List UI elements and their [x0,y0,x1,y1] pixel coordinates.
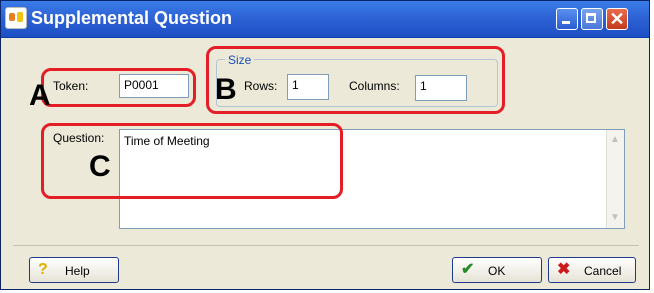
help-button-label: Help [65,264,90,278]
scroll-up-icon[interactable]: ▲ [609,134,621,146]
x-icon: ✖ [557,261,571,278]
app-icon [5,7,27,29]
question-icon: ? [38,261,48,278]
maximize-button[interactable] [581,8,603,30]
scroll-down-icon[interactable]: ▼ [609,212,621,224]
annotation-label-c: C [89,150,111,183]
vertical-scrollbar[interactable]: ▲ ▼ [606,130,624,228]
window-title: Supplemental Question [31,8,233,28]
help-button[interactable]: ? Help [29,257,119,283]
annotation-box-c [41,123,343,199]
annotation-label-b: B [215,73,237,106]
separator [13,245,639,246]
annotation-box-b [206,46,505,114]
cancel-button[interactable]: ✖ Cancel [548,257,636,283]
cancel-button-label: Cancel [584,264,622,278]
close-icon: ✕ [609,9,625,29]
close-button[interactable]: ✕ [606,8,628,30]
annotation-box-a [41,68,196,107]
checkmark-icon: ✔ [461,261,475,278]
annotation-label-a: A [29,79,51,112]
ok-button[interactable]: ✔ OK [452,257,542,283]
minimize-button[interactable] [556,8,578,30]
ok-button-label: OK [488,264,506,278]
supplemental-question-dialog: Supplemental Question ✕ Token: P0001 A S… [0,0,650,290]
title-bar[interactable]: Supplemental Question ✕ [1,1,649,38]
